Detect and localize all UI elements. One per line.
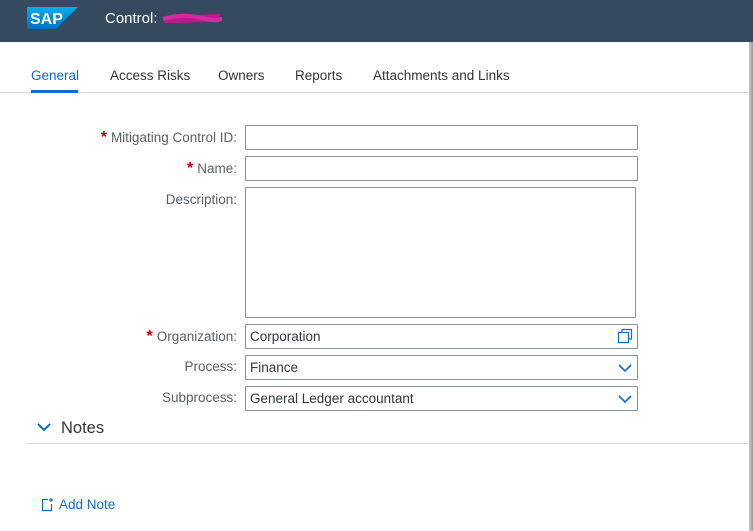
tab-general[interactable]: General bbox=[31, 68, 79, 83]
mitigating-control-id-input[interactable] bbox=[245, 125, 638, 150]
collapse-chevron-icon[interactable] bbox=[37, 421, 51, 433]
process-select[interactable]: Finance bbox=[245, 355, 638, 380]
tab-bar: General Access Risks Owners Reports Atta… bbox=[0, 42, 753, 93]
chevron-down-icon[interactable] bbox=[617, 390, 633, 406]
subprocess-label: Subprocess: bbox=[161, 390, 237, 405]
add-note-label: Add Note bbox=[59, 497, 116, 512]
chevron-down-icon[interactable] bbox=[617, 359, 633, 375]
svg-text:SAP: SAP bbox=[30, 11, 63, 28]
process-value: Finance bbox=[250, 360, 299, 375]
name-label: * Name: bbox=[187, 160, 237, 177]
redaction-mark bbox=[162, 10, 223, 26]
tab-owners[interactable]: Owners bbox=[218, 68, 265, 83]
organization-value: Corporation bbox=[250, 329, 321, 344]
required-marker: * bbox=[146, 328, 153, 345]
organization-field[interactable]: Corporation bbox=[245, 324, 638, 349]
tab-attachments-and-links[interactable]: Attachments and Links bbox=[373, 68, 510, 83]
add-note-icon bbox=[41, 498, 53, 512]
required-marker: * bbox=[187, 160, 194, 177]
tab-access-risks[interactable]: Access Risks bbox=[110, 68, 190, 83]
title-prefix: Control: bbox=[105, 10, 158, 27]
name-input[interactable] bbox=[245, 156, 638, 181]
shell-bar: SAP Control: bbox=[0, 0, 753, 42]
sap-logo[interactable]: SAP bbox=[27, 7, 78, 29]
description-label: Description: bbox=[165, 192, 237, 207]
subprocess-select[interactable]: General Ledger accountant bbox=[245, 386, 638, 411]
organization-label: * Organization: bbox=[146, 328, 237, 345]
add-note-link[interactable]: Add Note bbox=[40, 497, 115, 512]
description-textarea[interactable] bbox=[245, 187, 636, 318]
required-marker: * bbox=[100, 129, 107, 146]
panel-edge bbox=[749, 42, 753, 531]
notes-section-title[interactable]: Notes bbox=[61, 419, 104, 438]
selected-tab-indicator bbox=[31, 90, 78, 93]
subprocess-value: General Ledger accountant bbox=[250, 391, 414, 406]
tab-reports[interactable]: Reports bbox=[295, 68, 342, 83]
mitigating-control-id-label: * Mitigating Control ID: bbox=[100, 129, 237, 146]
process-label: Process: bbox=[184, 359, 237, 374]
divider bbox=[25, 443, 749, 444]
page-title: Control: bbox=[105, 10, 223, 27]
value-help-icon[interactable] bbox=[617, 328, 633, 344]
